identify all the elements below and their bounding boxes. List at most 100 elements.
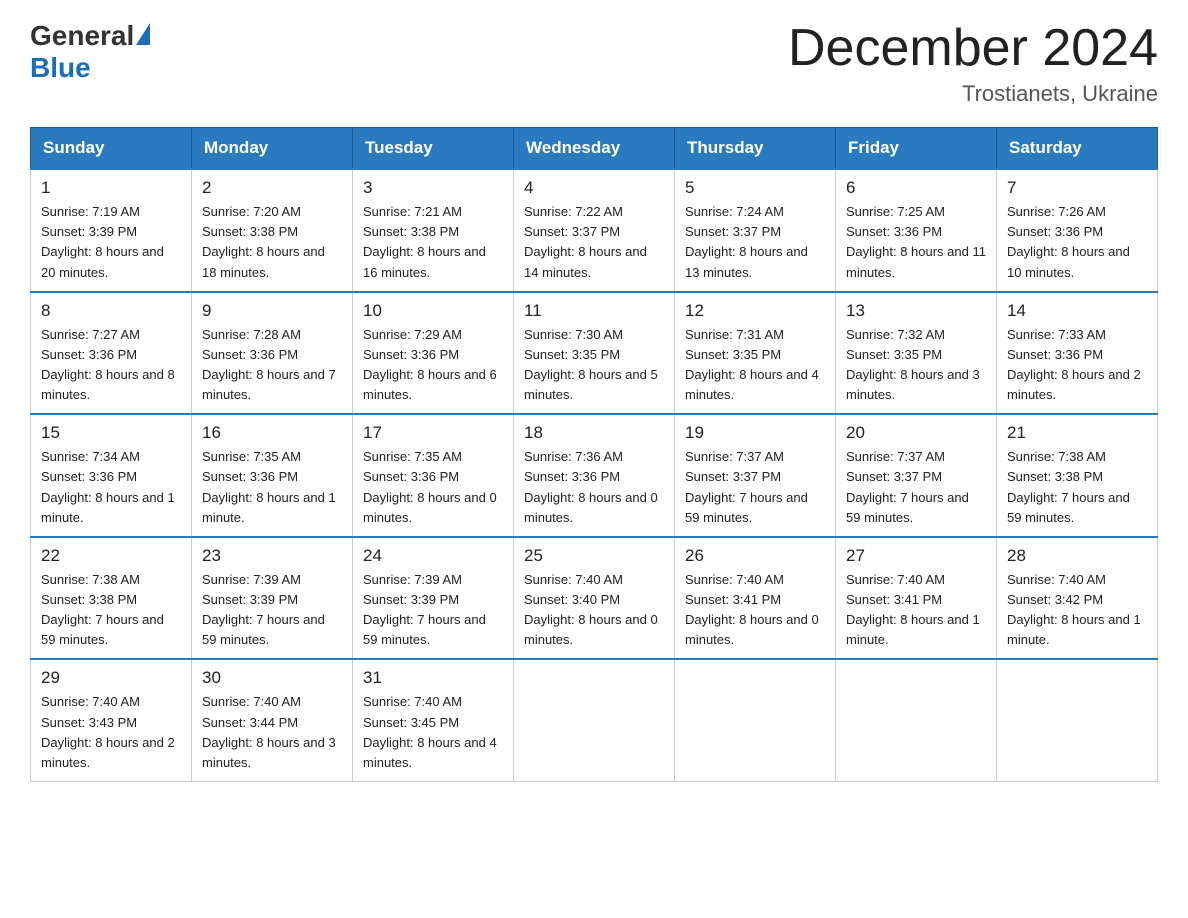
location-title: Trostianets, Ukraine: [788, 81, 1158, 107]
weekday-header-row: SundayMondayTuesdayWednesdayThursdayFrid…: [31, 128, 1158, 170]
calendar-week-row: 29 Sunrise: 7:40 AMSunset: 3:43 PMDaylig…: [31, 659, 1158, 781]
day-info: Sunrise: 7:39 AMSunset: 3:39 PMDaylight:…: [202, 570, 342, 651]
day-number: 25: [524, 546, 664, 566]
weekday-header-saturday: Saturday: [997, 128, 1158, 170]
calendar-day-cell: 7 Sunrise: 7:26 AMSunset: 3:36 PMDayligh…: [997, 169, 1158, 292]
calendar-day-cell: 18 Sunrise: 7:36 AMSunset: 3:36 PMDaylig…: [514, 414, 675, 537]
day-info: Sunrise: 7:34 AMSunset: 3:36 PMDaylight:…: [41, 447, 181, 528]
calendar-day-cell: 9 Sunrise: 7:28 AMSunset: 3:36 PMDayligh…: [192, 292, 353, 415]
calendar-day-cell: 28 Sunrise: 7:40 AMSunset: 3:42 PMDaylig…: [997, 537, 1158, 660]
page-header: General Blue December 2024 Trostianets, …: [30, 20, 1158, 107]
day-info: Sunrise: 7:36 AMSunset: 3:36 PMDaylight:…: [524, 447, 664, 528]
day-number: 8: [41, 301, 181, 321]
weekday-header-friday: Friday: [836, 128, 997, 170]
calendar-day-cell: 27 Sunrise: 7:40 AMSunset: 3:41 PMDaylig…: [836, 537, 997, 660]
day-info: Sunrise: 7:38 AMSunset: 3:38 PMDaylight:…: [1007, 447, 1147, 528]
calendar-day-cell: 24 Sunrise: 7:39 AMSunset: 3:39 PMDaylig…: [353, 537, 514, 660]
day-number: 1: [41, 178, 181, 198]
day-info: Sunrise: 7:40 AMSunset: 3:44 PMDaylight:…: [202, 692, 342, 773]
day-number: 28: [1007, 546, 1147, 566]
day-info: Sunrise: 7:19 AMSunset: 3:39 PMDaylight:…: [41, 202, 181, 283]
weekday-header-wednesday: Wednesday: [514, 128, 675, 170]
weekday-header-monday: Monday: [192, 128, 353, 170]
day-number: 12: [685, 301, 825, 321]
day-info: Sunrise: 7:24 AMSunset: 3:37 PMDaylight:…: [685, 202, 825, 283]
calendar-day-cell: 1 Sunrise: 7:19 AMSunset: 3:39 PMDayligh…: [31, 169, 192, 292]
day-number: 31: [363, 668, 503, 688]
day-number: 10: [363, 301, 503, 321]
calendar-day-cell: [836, 659, 997, 781]
logo-triangle-icon: [136, 23, 150, 45]
day-number: 22: [41, 546, 181, 566]
day-info: Sunrise: 7:25 AMSunset: 3:36 PMDaylight:…: [846, 202, 986, 283]
calendar-day-cell: 20 Sunrise: 7:37 AMSunset: 3:37 PMDaylig…: [836, 414, 997, 537]
day-info: Sunrise: 7:40 AMSunset: 3:40 PMDaylight:…: [524, 570, 664, 651]
day-info: Sunrise: 7:22 AMSunset: 3:37 PMDaylight:…: [524, 202, 664, 283]
day-number: 9: [202, 301, 342, 321]
calendar-day-cell: 16 Sunrise: 7:35 AMSunset: 3:36 PMDaylig…: [192, 414, 353, 537]
calendar-week-row: 22 Sunrise: 7:38 AMSunset: 3:38 PMDaylig…: [31, 537, 1158, 660]
day-info: Sunrise: 7:38 AMSunset: 3:38 PMDaylight:…: [41, 570, 181, 651]
calendar-day-cell: 31 Sunrise: 7:40 AMSunset: 3:45 PMDaylig…: [353, 659, 514, 781]
calendar-week-row: 8 Sunrise: 7:27 AMSunset: 3:36 PMDayligh…: [31, 292, 1158, 415]
day-number: 21: [1007, 423, 1147, 443]
calendar-day-cell: 11 Sunrise: 7:30 AMSunset: 3:35 PMDaylig…: [514, 292, 675, 415]
calendar-day-cell: [514, 659, 675, 781]
day-info: Sunrise: 7:37 AMSunset: 3:37 PMDaylight:…: [846, 447, 986, 528]
day-info: Sunrise: 7:40 AMSunset: 3:41 PMDaylight:…: [846, 570, 986, 651]
day-number: 11: [524, 301, 664, 321]
day-info: Sunrise: 7:39 AMSunset: 3:39 PMDaylight:…: [363, 570, 503, 651]
day-info: Sunrise: 7:30 AMSunset: 3:35 PMDaylight:…: [524, 325, 664, 406]
calendar-day-cell: 10 Sunrise: 7:29 AMSunset: 3:36 PMDaylig…: [353, 292, 514, 415]
day-number: 16: [202, 423, 342, 443]
day-number: 29: [41, 668, 181, 688]
calendar-week-row: 1 Sunrise: 7:19 AMSunset: 3:39 PMDayligh…: [31, 169, 1158, 292]
calendar-table: SundayMondayTuesdayWednesdayThursdayFrid…: [30, 127, 1158, 782]
day-number: 20: [846, 423, 986, 443]
calendar-day-cell: 19 Sunrise: 7:37 AMSunset: 3:37 PMDaylig…: [675, 414, 836, 537]
day-number: 2: [202, 178, 342, 198]
day-number: 5: [685, 178, 825, 198]
day-number: 23: [202, 546, 342, 566]
logo: General Blue: [30, 20, 150, 84]
calendar-day-cell: [675, 659, 836, 781]
day-number: 15: [41, 423, 181, 443]
day-number: 3: [363, 178, 503, 198]
day-info: Sunrise: 7:28 AMSunset: 3:36 PMDaylight:…: [202, 325, 342, 406]
day-info: Sunrise: 7:21 AMSunset: 3:38 PMDaylight:…: [363, 202, 503, 283]
calendar-day-cell: 2 Sunrise: 7:20 AMSunset: 3:38 PMDayligh…: [192, 169, 353, 292]
day-info: Sunrise: 7:27 AMSunset: 3:36 PMDaylight:…: [41, 325, 181, 406]
day-number: 27: [846, 546, 986, 566]
day-number: 6: [846, 178, 986, 198]
day-info: Sunrise: 7:32 AMSunset: 3:35 PMDaylight:…: [846, 325, 986, 406]
day-info: Sunrise: 7:40 AMSunset: 3:42 PMDaylight:…: [1007, 570, 1147, 651]
day-number: 17: [363, 423, 503, 443]
title-section: December 2024 Trostianets, Ukraine: [788, 20, 1158, 107]
day-info: Sunrise: 7:40 AMSunset: 3:45 PMDaylight:…: [363, 692, 503, 773]
day-number: 14: [1007, 301, 1147, 321]
calendar-day-cell: 15 Sunrise: 7:34 AMSunset: 3:36 PMDaylig…: [31, 414, 192, 537]
calendar-day-cell: 30 Sunrise: 7:40 AMSunset: 3:44 PMDaylig…: [192, 659, 353, 781]
day-number: 13: [846, 301, 986, 321]
calendar-day-cell: 29 Sunrise: 7:40 AMSunset: 3:43 PMDaylig…: [31, 659, 192, 781]
day-number: 7: [1007, 178, 1147, 198]
day-number: 19: [685, 423, 825, 443]
day-number: 26: [685, 546, 825, 566]
weekday-header-sunday: Sunday: [31, 128, 192, 170]
calendar-day-cell: 17 Sunrise: 7:35 AMSunset: 3:36 PMDaylig…: [353, 414, 514, 537]
day-info: Sunrise: 7:33 AMSunset: 3:36 PMDaylight:…: [1007, 325, 1147, 406]
calendar-day-cell: 6 Sunrise: 7:25 AMSunset: 3:36 PMDayligh…: [836, 169, 997, 292]
day-number: 4: [524, 178, 664, 198]
day-number: 18: [524, 423, 664, 443]
day-info: Sunrise: 7:20 AMSunset: 3:38 PMDaylight:…: [202, 202, 342, 283]
calendar-day-cell: 13 Sunrise: 7:32 AMSunset: 3:35 PMDaylig…: [836, 292, 997, 415]
calendar-day-cell: 12 Sunrise: 7:31 AMSunset: 3:35 PMDaylig…: [675, 292, 836, 415]
calendar-day-cell: 21 Sunrise: 7:38 AMSunset: 3:38 PMDaylig…: [997, 414, 1158, 537]
day-info: Sunrise: 7:40 AMSunset: 3:43 PMDaylight:…: [41, 692, 181, 773]
logo-general: General: [30, 20, 134, 52]
weekday-header-thursday: Thursday: [675, 128, 836, 170]
weekday-header-tuesday: Tuesday: [353, 128, 514, 170]
day-info: Sunrise: 7:40 AMSunset: 3:41 PMDaylight:…: [685, 570, 825, 651]
month-title: December 2024: [788, 20, 1158, 77]
calendar-day-cell: 26 Sunrise: 7:40 AMSunset: 3:41 PMDaylig…: [675, 537, 836, 660]
